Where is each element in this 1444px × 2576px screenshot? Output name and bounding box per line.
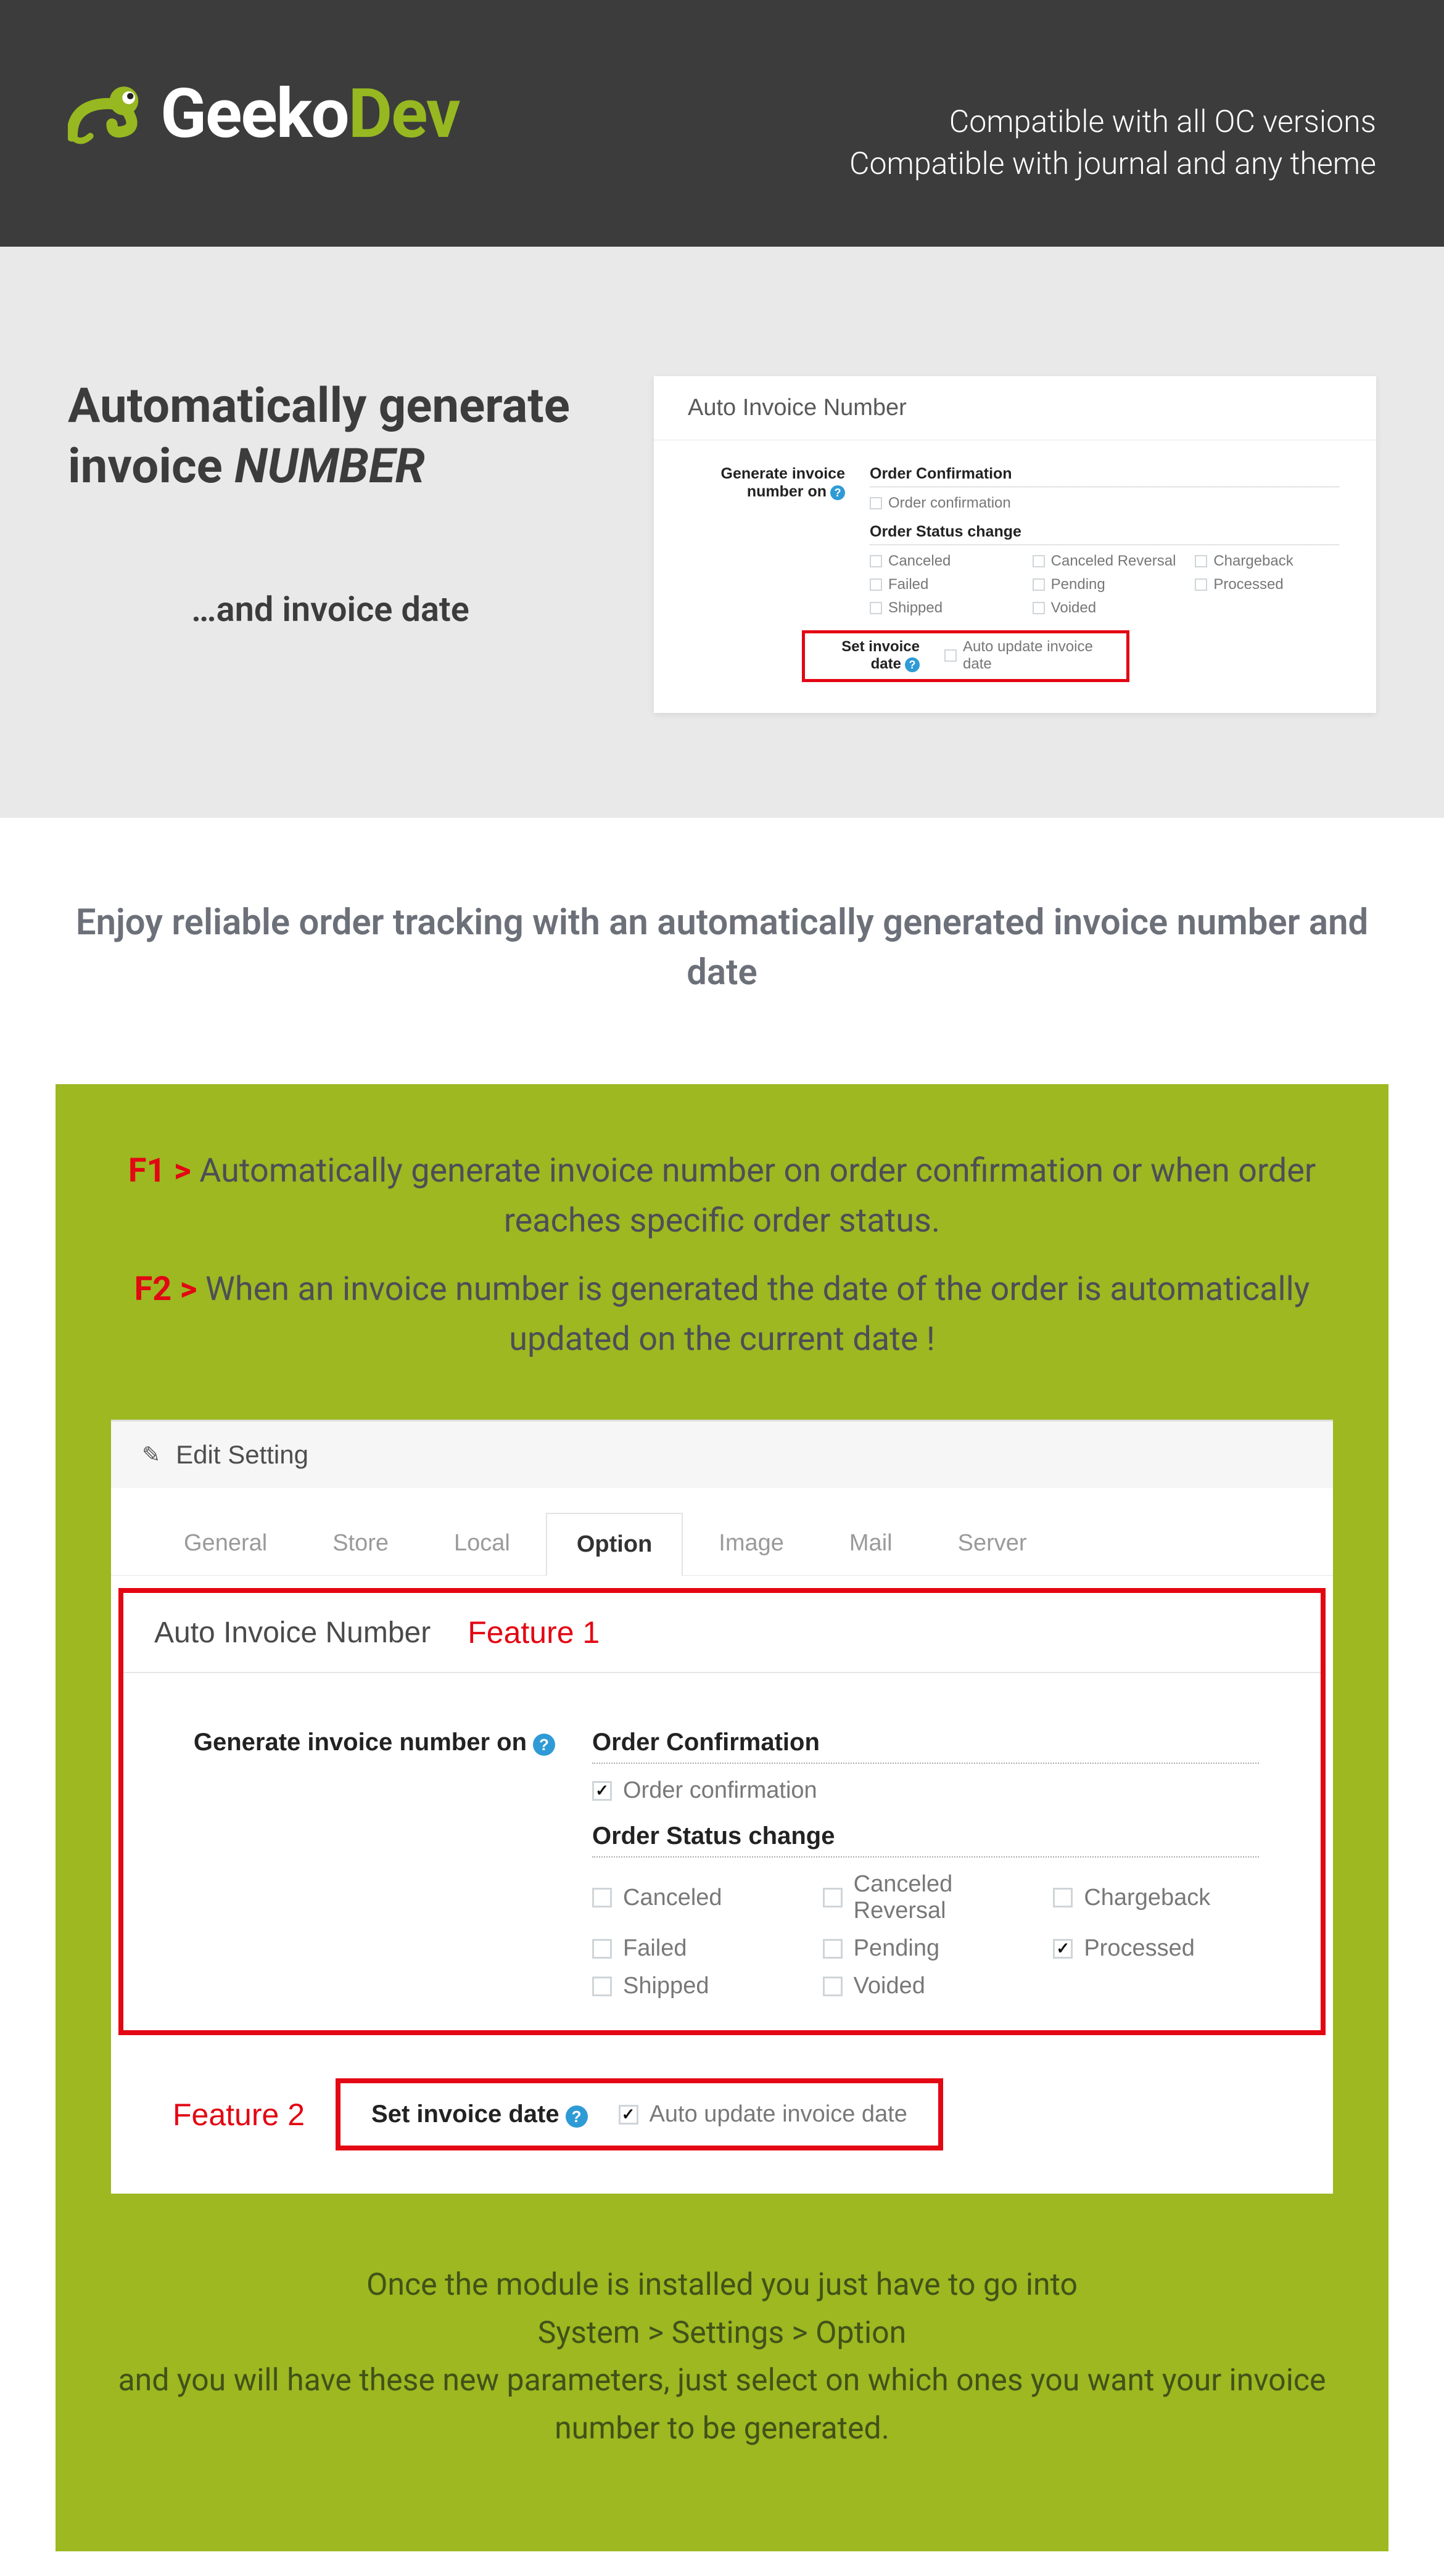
admin-panel-preview-small: Auto Invoice Number Generate invoice num… — [654, 376, 1376, 713]
feature-2-highlight: Set invoice date? Auto update invoice da… — [336, 2078, 943, 2150]
tab-image[interactable]: Image — [689, 1513, 814, 1575]
status-checkbox[interactable]: Voided — [823, 1973, 1029, 1999]
pencil-icon: ✎ — [142, 1442, 160, 1468]
auto-invoice-heading: Auto Invoice Number — [154, 1616, 431, 1650]
order-confirmation-heading: Order Confirmation — [592, 1729, 1259, 1764]
tab-option[interactable]: Option — [546, 1513, 683, 1576]
status-checkbox[interactable]: Failed — [870, 576, 1014, 593]
hero-subtitle: …and invoice date — [68, 589, 604, 630]
tab-mail[interactable]: Mail — [820, 1513, 922, 1575]
feature-1-line: F1 > Automatically generate invoice numb… — [111, 1146, 1333, 1246]
auto-update-date-checkbox[interactable]: Auto update invoice date — [944, 638, 1116, 673]
tab-general[interactable]: General — [154, 1513, 297, 1575]
status-checkbox[interactable]: Canceled — [870, 553, 1014, 570]
status-checkbox[interactable]: Canceled Reversal — [823, 1871, 1029, 1924]
help-icon[interactable]: ? — [566, 2105, 588, 2128]
page-header: GeekoDev Compatible with all OC versions… — [0, 0, 1444, 247]
set-invoice-date-label: Set invoice date? — [815, 638, 920, 673]
tab-store[interactable]: Store — [303, 1513, 418, 1575]
set-invoice-date-highlight: Set invoice date? Auto update invoice da… — [802, 630, 1129, 682]
feature-1-tag: Feature 1 — [468, 1615, 600, 1650]
brand-name: GeekoDev — [160, 74, 460, 154]
status-grid: Canceled Canceled Reversal Chargeback Faile… — [870, 553, 1339, 617]
status-checkbox[interactable]: Canceled — [592, 1871, 798, 1924]
status-checkbox[interactable]: Voided — [1033, 599, 1177, 617]
set-invoice-date-label: Set invoice date? — [371, 2101, 588, 2128]
feature-2-line: F2 > When an invoice number is generated… — [111, 1264, 1333, 1364]
edit-setting-header: ✎ Edit Setting — [111, 1420, 1333, 1488]
generate-on-label: Generate invoice number on? — [691, 465, 845, 617]
generate-on-label: Generate invoice number on? — [185, 1729, 555, 1999]
status-checkbox[interactable]: Processed — [1053, 1935, 1259, 1962]
auto-update-date-checkbox[interactable]: Auto update invoice date — [619, 2101, 907, 2128]
help-icon[interactable]: ? — [830, 485, 845, 500]
status-checkbox[interactable]: Canceled Reversal — [1033, 553, 1177, 570]
order-confirmation-checkbox[interactable]: Order confirmation — [870, 495, 1339, 512]
compat-text: Compatible with all OC versions Compatib… — [849, 102, 1376, 185]
order-status-heading: Order Status change — [870, 523, 1339, 545]
settings-tabs: GeneralStoreLocalOptionImageMailServer — [111, 1488, 1333, 1576]
help-icon[interactable]: ? — [905, 657, 920, 672]
status-checkbox[interactable]: Shipped — [870, 599, 1014, 617]
status-checkbox[interactable]: Shipped — [592, 1973, 798, 1999]
hero-title: Automatically generate invoice NUMBER — [68, 376, 604, 496]
order-status-heading: Order Status change — [592, 1822, 1259, 1858]
status-checkbox[interactable]: Chargeback — [1053, 1871, 1259, 1924]
panel-title: Auto Invoice Number — [654, 376, 1376, 440]
status-checkbox[interactable]: Pending — [823, 1935, 1029, 1962]
chameleon-icon — [68, 80, 148, 148]
help-icon[interactable]: ? — [533, 1734, 555, 1756]
feature-1-highlight: Auto Invoice Number Feature 1 Generate i… — [118, 1588, 1326, 2035]
status-grid: Canceled Canceled Reversal Chargeback Faile… — [592, 1871, 1259, 1999]
tab-server[interactable]: Server — [928, 1513, 1057, 1575]
status-checkbox[interactable]: Failed — [592, 1935, 798, 1962]
hero-section: Automatically generate invoice NUMBER …a… — [0, 247, 1444, 818]
status-checkbox[interactable]: Processed — [1195, 576, 1339, 593]
order-confirmation-checkbox[interactable]: Order confirmation — [592, 1777, 1259, 1804]
brand-logo: GeekoDev — [68, 74, 460, 154]
feature-block: F1 > Automatically generate invoice numb… — [56, 1084, 1388, 2551]
status-checkbox[interactable]: Chargeback — [1195, 553, 1339, 570]
intro-text: Enjoy reliable order tracking with an au… — [0, 818, 1444, 1084]
status-checkbox[interactable]: Pending — [1033, 576, 1177, 593]
order-confirmation-heading: Order Confirmation — [870, 465, 1339, 487]
instructions-text: Once the module is installed you just ha… — [111, 2194, 1333, 2453]
tab-local[interactable]: Local — [424, 1513, 540, 1575]
admin-panel-preview-large: ✎ Edit Setting GeneralStoreLocalOptionIm… — [111, 1420, 1333, 2194]
feature-2-tag: Feature 2 — [148, 2097, 311, 2133]
